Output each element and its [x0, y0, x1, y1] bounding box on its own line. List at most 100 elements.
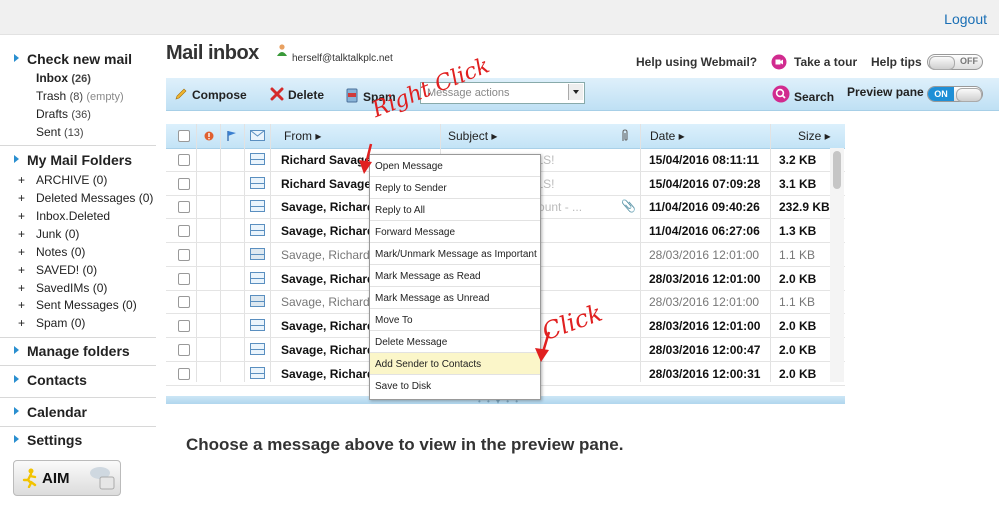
chat-bubble-icon [90, 467, 115, 490]
user-email: herself@talktalkplc.net [292, 53, 393, 64]
divider [0, 145, 156, 146]
arrow-annotation-icon [535, 331, 551, 362]
compose-button[interactable]: Compose [174, 87, 247, 102]
top-bar: Logout [0, 0, 999, 35]
page-title: Mail inbox [166, 42, 259, 64]
menu-item-open-message[interactable]: Open Message [370, 155, 540, 177]
calendar-link[interactable]: Calendar [14, 404, 87, 420]
chevron-right-icon [14, 346, 19, 354]
flag-icon[interactable] [226, 130, 238, 142]
sidebar-folder-inbox-deleted[interactable]: + Inbox.Deleted [18, 209, 110, 223]
scrollbar-thumb[interactable] [833, 151, 841, 189]
empty-trash-link[interactable]: (empty) [86, 91, 123, 103]
plus-icon: + [18, 281, 26, 295]
help-tips-toggle[interactable]: OFF [927, 54, 983, 70]
manage-folders-link[interactable]: Manage folders [14, 343, 130, 359]
row-checkbox[interactable] [178, 225, 190, 237]
row-size: 2.0 KB [779, 343, 817, 357]
row-date: 28/03/2016 12:01:00 [649, 248, 760, 262]
user-icon [277, 44, 287, 56]
row-date: 15/04/2016 08:11:11 [649, 153, 760, 167]
row-checkbox[interactable] [178, 154, 190, 166]
row-date: 11/04/2016 06:27:06 [649, 224, 760, 238]
menu-item-reply-to-sender[interactable]: Reply to Sender [370, 177, 540, 199]
row-size: 2.0 KB [779, 272, 817, 286]
row-checkbox[interactable] [178, 344, 190, 356]
settings-link[interactable]: Settings [14, 432, 82, 448]
logout-link[interactable]: Logout [944, 11, 987, 27]
context-menu: Open Message Reply to Sender Reply to Al… [369, 154, 541, 400]
row-checkbox[interactable] [178, 178, 190, 190]
aim-button[interactable]: AIM [13, 460, 121, 496]
plus-icon: + [18, 191, 26, 205]
take-tour-link[interactable]: Take a tour [794, 55, 857, 69]
menu-item-save-to-disk[interactable]: Save to Disk [370, 375, 540, 396]
my-mail-folders-header[interactable]: My Mail Folders [14, 152, 132, 168]
sidebar-folder-notes[interactable]: + Notes (0) [18, 245, 85, 259]
divider [0, 426, 156, 427]
check-new-mail-link[interactable]: Check new mail [14, 51, 132, 67]
row-date: 11/04/2016 09:40:26 [649, 200, 760, 214]
delete-button[interactable]: Delete [270, 87, 324, 102]
row-date: 28/03/2016 12:00:47 [649, 343, 761, 357]
sidebar-folder-saved[interactable]: + SAVED! (0) [18, 263, 97, 277]
sidebar-item-sent[interactable]: Sent (13) [36, 125, 84, 139]
row-date: 28/03/2016 12:00:31 [649, 367, 761, 381]
select-all-checkbox[interactable] [178, 130, 190, 142]
menu-item-mark-read[interactable]: Mark Message as Read [370, 265, 540, 287]
message-list-scrollbar[interactable] [830, 148, 844, 382]
sidebar: Check new mail Inbox (26) Trash (8) (emp… [0, 35, 156, 508]
plus-icon: + [18, 227, 26, 241]
row-checkbox[interactable] [178, 368, 190, 380]
sidebar-item-drafts[interactable]: Drafts (36) [36, 107, 91, 121]
menu-item-mark-unread[interactable]: Mark Message as Unread [370, 287, 540, 309]
row-date: 28/03/2016 12:01:00 [649, 295, 760, 309]
row-date: 28/03/2016 12:01:00 [649, 272, 761, 286]
sidebar-folder-savedims[interactable]: + SavedIMs (0) [18, 281, 107, 295]
sidebar-item-trash[interactable]: Trash (8) (empty) [36, 89, 124, 103]
column-from[interactable]: From ▸ [284, 129, 321, 143]
sidebar-folder-sent-messages[interactable]: + Sent Messages (0) [18, 298, 137, 312]
row-checkbox[interactable] [178, 296, 190, 308]
menu-item-delete-message[interactable]: Delete Message [370, 331, 540, 353]
tour-icon[interactable] [771, 54, 787, 70]
important-icon[interactable] [204, 131, 214, 141]
column-size[interactable]: Size ▸ [798, 129, 831, 143]
preview-placeholder-text: Choose a message above to view in the pr… [186, 435, 624, 454]
row-checkbox[interactable] [178, 249, 190, 261]
sidebar-item-inbox[interactable]: Inbox (26) [36, 71, 91, 85]
row-from: Savage, Richard [281, 248, 369, 262]
delete-x-icon [270, 87, 284, 101]
menu-item-reply-to-all[interactable]: Reply to All [370, 199, 540, 221]
row-from: Savage, Richard [281, 224, 369, 238]
row-checkbox[interactable] [178, 320, 190, 332]
envelope-open-icon [250, 295, 265, 307]
sidebar-folder-archive[interactable]: + ARCHIVE (0) [18, 173, 107, 187]
row-checkbox[interactable] [178, 201, 190, 213]
chevron-right-icon [14, 54, 19, 62]
contacts-link[interactable]: Contacts [14, 372, 87, 388]
preview-pane-toggle[interactable]: ON [927, 86, 983, 102]
divider [0, 337, 156, 338]
envelope-icon [250, 272, 265, 284]
row-size: 1.3 KB [779, 224, 817, 238]
menu-item-forward-message[interactable]: Forward Message [370, 221, 540, 243]
menu-item-mark-important[interactable]: Mark/Unmark Message as Important [370, 243, 540, 265]
search-button[interactable]: Search [772, 85, 834, 104]
row-checkbox[interactable] [178, 273, 190, 285]
paperclip-icon: 📎 [621, 199, 636, 213]
chevron-right-icon [14, 435, 19, 443]
help-webmail-link[interactable]: Help using Webmail? [636, 55, 757, 69]
row-size: 1.1 KB [779, 248, 816, 262]
sidebar-folder-junk[interactable]: + Junk (0) [18, 227, 79, 241]
menu-item-add-sender-to-contacts[interactable]: Add Sender to Contacts [370, 353, 540, 375]
menu-item-move-to[interactable]: Move To [370, 309, 540, 331]
paperclip-icon[interactable] [620, 129, 630, 143]
column-date[interactable]: Date ▸ [650, 129, 685, 143]
search-icon [772, 85, 790, 103]
plus-icon: + [18, 298, 26, 312]
column-subject[interactable]: Subject ▸ [448, 129, 497, 143]
sidebar-folder-spam[interactable]: + Spam (0) [18, 316, 85, 330]
sidebar-folder-deleted-messages[interactable]: + Deleted Messages (0) [18, 191, 153, 205]
envelope-icon[interactable] [250, 130, 265, 142]
